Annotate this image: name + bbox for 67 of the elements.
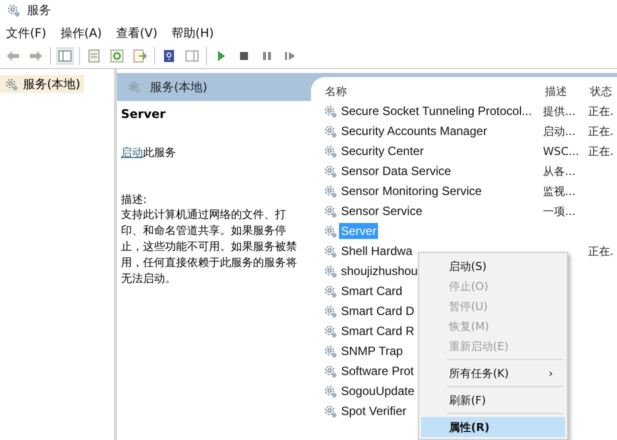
service-name: Server	[121, 107, 166, 121]
start-service-text: 启动此服务	[121, 145, 176, 160]
gear-icon	[323, 304, 338, 318]
gear-icon	[323, 204, 338, 218]
description-label: 描述:	[121, 192, 147, 207]
service-name-cell[interactable]: SogouUpdate	[339, 383, 416, 399]
menu-item[interactable]: 帮助(H)	[171, 24, 214, 42]
menu-option[interactable]: 所有任务(K) ›	[421, 363, 565, 383]
description-cell: 提供...	[543, 104, 576, 118]
export-icon[interactable]	[131, 47, 149, 65]
gear-icon	[323, 384, 338, 398]
service-name-cell[interactable]: Software Prot	[339, 363, 416, 379]
tree-item[interactable]: 服务(本地)	[0, 75, 84, 93]
console-tree-icon[interactable]	[56, 47, 74, 65]
service-name-cell[interactable]: Secure Socket Tunneling Protocol...	[339, 103, 534, 119]
service-name-cell[interactable]: Security Center	[339, 143, 426, 159]
gear-icon	[323, 264, 338, 278]
gear-icon	[323, 344, 338, 358]
gear-icon	[323, 364, 338, 378]
status-cell: 正在.	[588, 124, 614, 138]
gear-icon	[4, 76, 19, 92]
gear-icon	[127, 80, 142, 94]
description-cell: WSC...	[543, 144, 580, 158]
status-cell: 正在.	[588, 144, 614, 158]
app-icon	[6, 2, 21, 18]
column-header[interactable]: 状态	[590, 84, 612, 98]
gear-icon	[323, 404, 338, 418]
service-name-cell[interactable]: Security Accounts Manager	[339, 123, 490, 139]
gear-icon	[323, 284, 338, 298]
status-cell: 正在.	[588, 104, 614, 118]
gear-icon	[323, 324, 338, 338]
menu-option[interactable]: 启动(S)	[421, 256, 565, 276]
service-name-cell[interactable]: Spot Verifier	[339, 403, 408, 419]
pane-title: 服务(本地)	[150, 78, 208, 96]
gear-icon	[323, 124, 338, 138]
menu-item[interactable]: 操作(A)	[60, 24, 102, 42]
service-name-cell[interactable]: Shell Hardwa	[339, 243, 414, 259]
service-name-cell[interactable]: Sensor Data Service	[339, 163, 454, 179]
service-name-cell[interactable]: Sensor Monitoring Service	[339, 183, 484, 199]
menu-option[interactable]: 刷新(F)	[421, 390, 565, 410]
service-name-cell[interactable]: shoujizhushou	[339, 263, 420, 279]
service-name-cell[interactable]: Smart Card	[339, 283, 404, 299]
refresh-icon[interactable]	[108, 47, 126, 65]
gear-icon	[323, 244, 338, 258]
service-name-cell[interactable]: Smart Card D	[339, 303, 416, 319]
gear-icon	[323, 104, 338, 118]
menu-option[interactable]: 属性(R)	[421, 417, 565, 437]
gear-icon	[323, 144, 338, 158]
column-header[interactable]: 描述	[545, 84, 567, 98]
gear-icon	[323, 164, 338, 178]
column-header[interactable]: 名称	[325, 84, 347, 98]
service-name-cell[interactable]: Smart Card R	[339, 323, 416, 339]
description-cell: 一项...	[543, 204, 576, 218]
menu-item[interactable]: 查看(V)	[116, 24, 158, 42]
menu-item[interactable]: 文件(F)	[6, 24, 46, 42]
window-title: 服务	[27, 2, 51, 18]
service-name-cell[interactable]: SNMP Trap	[339, 343, 405, 359]
start-link[interactable]: 启动	[121, 146, 143, 159]
description-cell: 从各...	[543, 164, 576, 178]
status-cell: 正在.	[588, 244, 614, 258]
description-text: 支持此计算机通过网络的文件、打印、和命名管道共享。如果服务停止，这些功能不可用。如果服务被禁用，任何直接依赖于此服务的服务将无法启动。	[121, 207, 298, 287]
service-name-cell[interactable]: Sensor Service	[339, 203, 424, 219]
gear-icon	[323, 184, 338, 198]
gear-icon	[323, 224, 338, 238]
description-cell: 启动...	[543, 124, 576, 138]
description-cell: 监视...	[543, 184, 576, 198]
submenu-arrow: ›	[548, 366, 553, 380]
